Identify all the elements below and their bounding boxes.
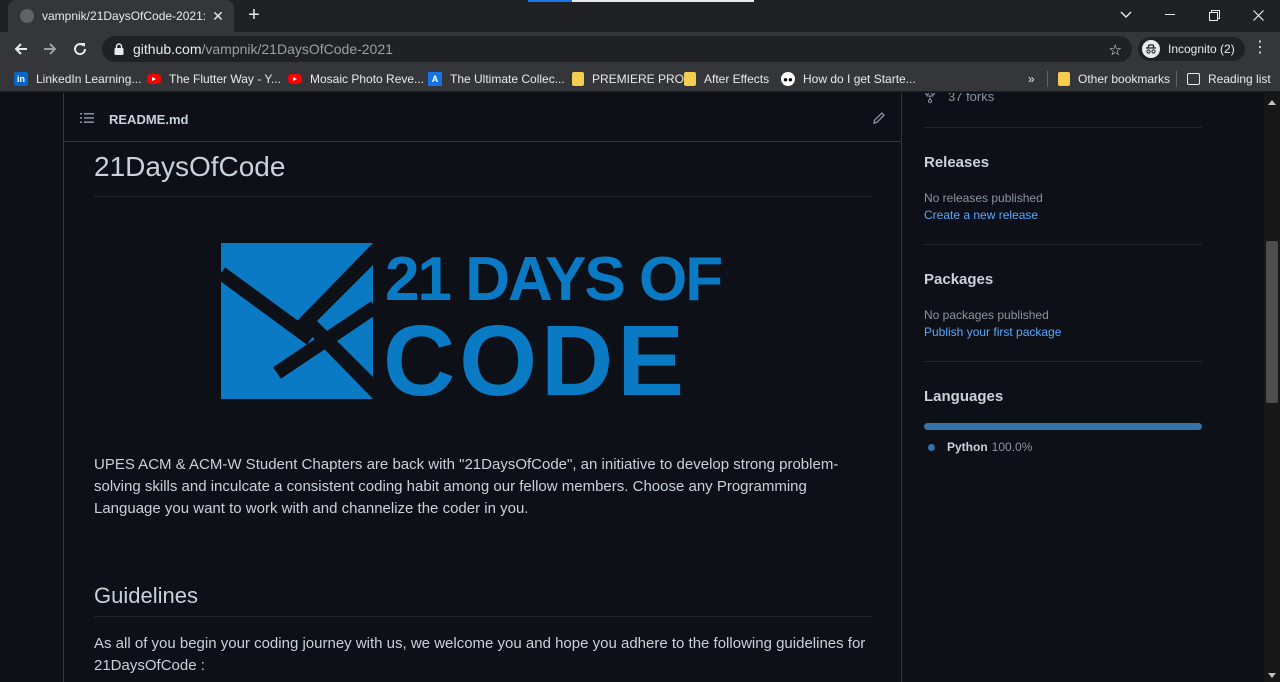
restore-button[interactable] [1192, 0, 1236, 30]
minimize-button[interactable] [1148, 0, 1192, 30]
close-tab-icon[interactable]: ✕ [210, 8, 226, 25]
bookmark-label: Mosaic Photo Reve... [310, 72, 425, 86]
bookmark-how-do-i-get-started[interactable]: ●● How do I get Starte... [781, 70, 916, 88]
medium-icon: ●● [781, 72, 795, 86]
tab-search-button[interactable] [1104, 0, 1148, 30]
releases-heading[interactable]: Releases [924, 154, 989, 171]
browser-menu-icon[interactable]: ⋮ [1252, 40, 1268, 56]
back-button[interactable] [9, 37, 33, 61]
guidelines-heading: Guidelines [94, 583, 198, 608]
forks-label: 37 forks [948, 93, 995, 104]
logo-line-1: 21 DAYS OF [385, 245, 721, 314]
reading-list-icon [1187, 73, 1200, 85]
url-host: github.com [133, 41, 202, 57]
bookmark-label: PREMIERE PRO [592, 72, 685, 86]
logo-line-2: CODE [383, 305, 688, 399]
packages-status: No packages published [924, 308, 1049, 322]
bookmark-folder-after-effects[interactable]: After Effects [684, 70, 769, 88]
reading-list-label: Reading list [1208, 72, 1271, 86]
incognito-label: Incognito (2) [1168, 42, 1235, 56]
overflow-chevron-icon: » [1028, 72, 1035, 86]
bookmarks-divider [1047, 71, 1048, 87]
readme-filename: README.md [109, 112, 189, 127]
intro-paragraph: UPES ACM & ACM-W Student Chapters are ba… [94, 456, 839, 517]
fork-icon [925, 93, 935, 103]
bookmark-flutter-way[interactable]: The Flutter Way - Y... [147, 70, 281, 88]
address-bar[interactable]: github.com/vampnik/21DaysOfCode-2021 ☆ [102, 36, 1132, 62]
new-tab-button[interactable]: + [244, 5, 264, 27]
bookmark-star-icon[interactable]: ☆ [1109, 41, 1122, 59]
table-of-contents-icon[interactable] [80, 112, 94, 124]
youtube-icon [288, 74, 302, 84]
language-color-dot [928, 443, 935, 451]
forward-button[interactable] [38, 37, 62, 61]
reload-button[interactable] [68, 37, 92, 61]
guidelines-paragraph: As all of you begin your coding journey … [94, 635, 866, 674]
lock-icon [114, 43, 124, 55]
bookmark-ultimate-collection[interactable]: A The Ultimate Collec... [428, 70, 565, 88]
browser-tab[interactable]: vampnik/21DaysOfCode-2021: UPES ACM & AC… [8, 0, 234, 32]
language-percent: 100.0% [991, 440, 1033, 454]
page-scrollbar[interactable] [1264, 93, 1280, 682]
readme-header: README.md [64, 93, 901, 142]
sidebar-divider [924, 361, 1202, 362]
reload-icon [74, 43, 87, 56]
youtube-icon [147, 74, 161, 84]
tab-strip: vampnik/21DaysOfCode-2021: UPES ACM & AC… [0, 0, 1280, 32]
scroll-up-arrow-icon[interactable] [1268, 100, 1276, 105]
edit-pencil-icon[interactable] [872, 111, 886, 125]
packages-heading[interactable]: Packages [924, 271, 993, 288]
releases-status: No releases published [924, 191, 1043, 205]
bookmark-label: How do I get Starte... [803, 72, 916, 86]
scroll-thumb[interactable] [1266, 241, 1278, 403]
bookmarks-overflow-button[interactable]: » [1028, 70, 1035, 88]
back-arrow-icon [14, 43, 27, 55]
bookmark-label: LinkedIn Learning... [36, 72, 142, 86]
languages-heading: Languages [924, 388, 1004, 405]
forward-arrow-icon [44, 43, 57, 55]
reading-list-button[interactable]: Reading list [1187, 70, 1271, 88]
bookmark-mosaic-photo[interactable]: Mosaic Photo Reve... [288, 70, 424, 88]
language-bar [924, 423, 1202, 430]
folder-icon [1058, 72, 1070, 86]
create-release-link[interactable]: Create a new release [924, 208, 1038, 222]
language-name: Python [947, 440, 988, 454]
language-item-python[interactable]: Python 100.0% [928, 440, 1032, 454]
github-icon [20, 9, 34, 23]
scroll-down-arrow-icon[interactable] [1268, 673, 1276, 678]
heading-divider [94, 616, 872, 617]
incognito-badge[interactable]: Incognito (2) [1138, 37, 1245, 61]
page-content: README.md 21DaysOfCode 21 DAYS OF CODE U… [0, 93, 1264, 682]
sidebar-divider [924, 127, 1202, 128]
other-bookmarks-folder[interactable]: Other bookmarks [1058, 70, 1170, 88]
publish-package-link[interactable]: Publish your first package [924, 325, 1061, 339]
sidebar-divider [924, 244, 1202, 245]
window-controls [1104, 0, 1280, 30]
readme-title: 21DaysOfCode [94, 151, 286, 182]
bookmarks-divider [1176, 71, 1177, 87]
tab-title: vampnik/21DaysOfCode-2021: UPES ACM & AC… [42, 9, 210, 23]
url-path: /vampnik/21DaysOfCode-2021 [201, 41, 393, 57]
bookmark-linkedin-learning[interactable]: in LinkedIn Learning... [14, 70, 141, 88]
tab-strip-highlight [528, 0, 754, 2]
close-window-button[interactable] [1236, 0, 1280, 30]
adobe-icon: A [428, 72, 442, 86]
linkedin-icon: in [14, 72, 28, 86]
folder-icon [684, 72, 696, 86]
bookmarks-bar: in LinkedIn Learning... The Flutter Way -… [0, 66, 1280, 92]
incognito-icon [1142, 40, 1160, 58]
21-days-of-code-logo: 21 DAYS OF CODE [221, 243, 723, 399]
bookmark-label: After Effects [704, 72, 770, 86]
bookmark-folder-premiere-pro[interactable]: PREMIERE PRO [572, 70, 684, 88]
forks-count[interactable]: 37 forks [924, 93, 994, 104]
folder-icon [572, 72, 584, 86]
bookmark-label: The Ultimate Collec... [450, 72, 565, 86]
bookmark-label: The Flutter Way - Y... [169, 72, 281, 86]
heading-divider [94, 196, 872, 197]
other-bookmarks-label: Other bookmarks [1078, 72, 1171, 86]
readme-box: README.md 21DaysOfCode 21 DAYS OF CODE U… [63, 93, 902, 682]
